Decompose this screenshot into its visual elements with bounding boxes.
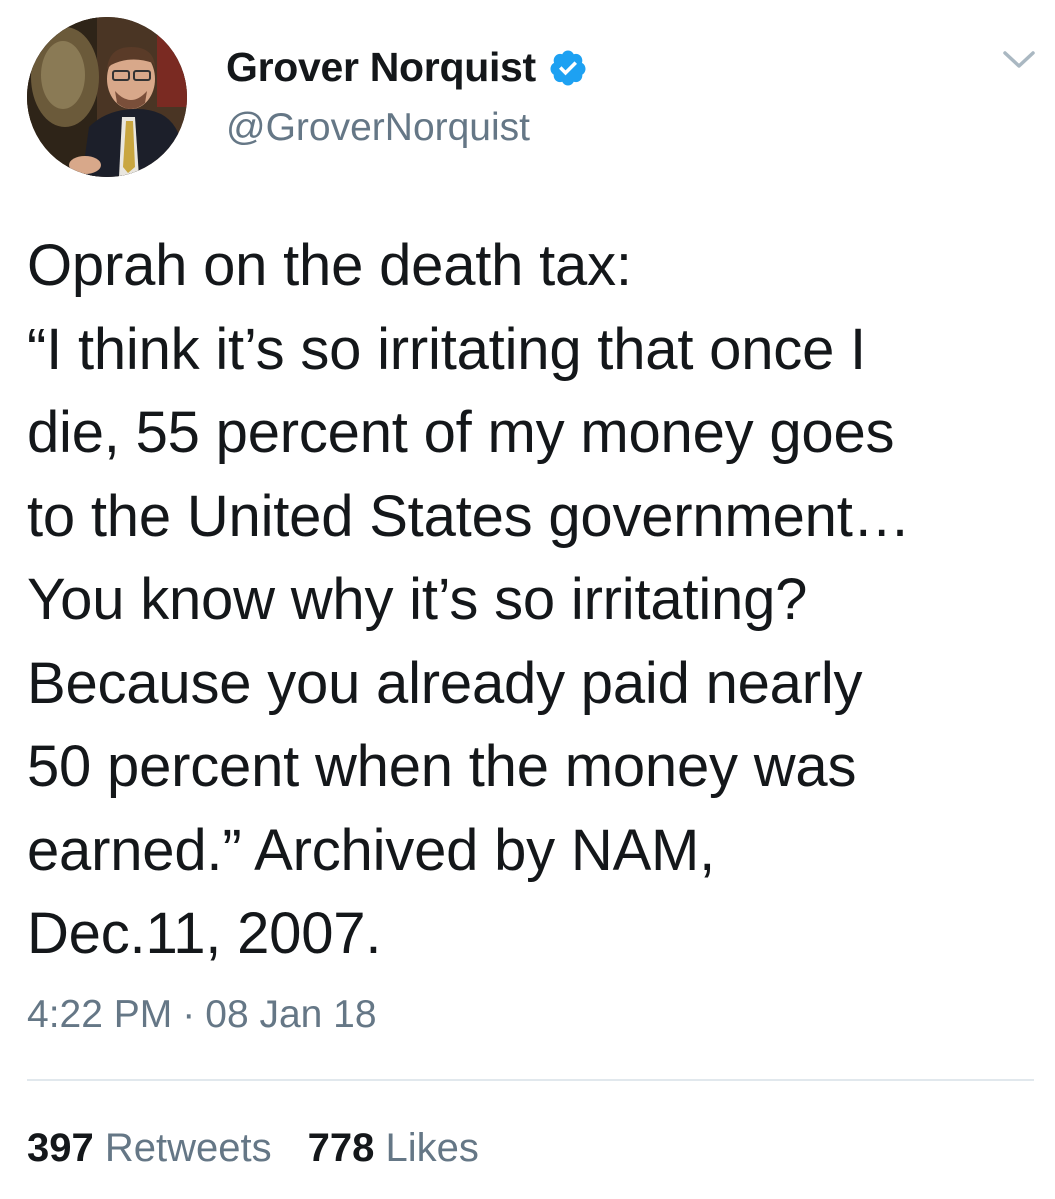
tweet-time: 4:22 PM bbox=[27, 993, 173, 1036]
tweet-timestamp[interactable]: 4:22 PM · 08 Jan 18 bbox=[27, 993, 377, 1037]
tweet-text-line: 50 percent when the money was bbox=[27, 734, 857, 799]
author-name[interactable]: Grover Norquist bbox=[226, 44, 588, 91]
tweet-text-line: to the United States government… bbox=[27, 483, 911, 549]
tweet-date: 08 Jan 18 bbox=[205, 993, 377, 1036]
retweets-stat[interactable]: 397 Retweets bbox=[27, 1126, 272, 1170]
likes-stat[interactable]: 778 Likes bbox=[308, 1126, 479, 1170]
tweet-stats: 397 Retweets 778 Likes bbox=[27, 1126, 479, 1171]
verified-badge-icon bbox=[548, 48, 588, 88]
retweets-count: 397 bbox=[27, 1126, 94, 1170]
tweet-text-line: Because you already paid nearly bbox=[27, 650, 863, 716]
tweet-text-line: die, 55 percent of my money goes bbox=[27, 400, 895, 465]
tweet-text-line: earned.” Archived by NAM, bbox=[27, 817, 716, 883]
retweets-label: Retweets bbox=[104, 1126, 272, 1170]
tweet-text-line: You know why it’s so irritating? bbox=[27, 567, 808, 632]
tweet-text-line: Dec.11, 2007. bbox=[27, 901, 382, 966]
divider bbox=[27, 1079, 1034, 1081]
likes-count: 778 bbox=[307, 1126, 375, 1170]
tweet-text-line: “I think it’s so irritating that once I bbox=[27, 316, 866, 382]
avatar[interactable] bbox=[27, 17, 187, 177]
author-handle[interactable]: @GroverNorquist bbox=[226, 106, 530, 150]
tweet-text-line: Oprah on the death tax: bbox=[27, 233, 632, 298]
meta-separator: · bbox=[182, 993, 196, 1036]
tweet-card: Grover Norquist @GroverNorquist Oprah on… bbox=[0, 0, 1055, 1199]
tweet-text: Oprah on the death tax: “I think it’s so… bbox=[27, 224, 1032, 976]
avatar-image bbox=[27, 17, 187, 177]
chevron-down-icon[interactable] bbox=[1001, 45, 1037, 73]
likes-label: Likes bbox=[385, 1126, 479, 1170]
author-name-text: Grover Norquist bbox=[226, 44, 536, 90]
